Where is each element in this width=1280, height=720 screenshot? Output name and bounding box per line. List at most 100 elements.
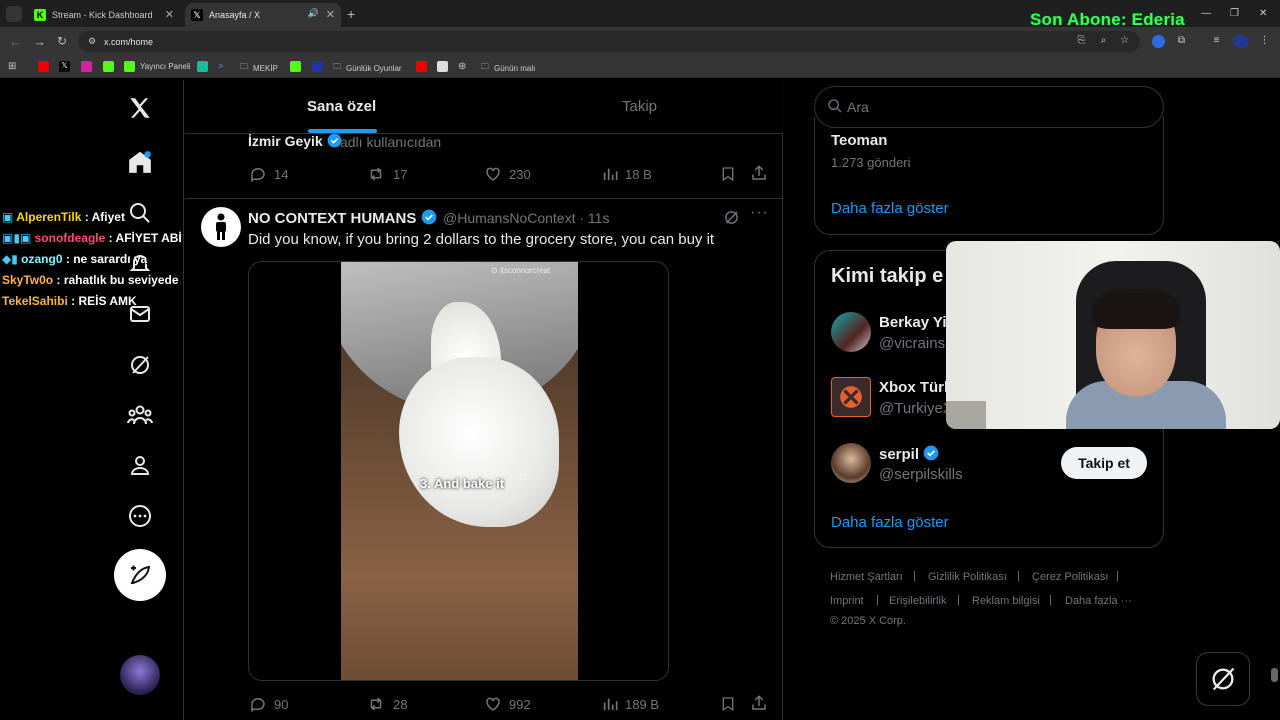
tweet-video[interactable]: ⊙ itsconnorcreat 3. And bake it ☝ (248, 261, 669, 681)
profile-icon[interactable] (125, 450, 155, 480)
account-avatar[interactable] (120, 655, 160, 695)
previous-post-user[interactable]: İzmir Geyik (248, 133, 342, 149)
close-window-icon[interactable]: ✕ (1259, 8, 1267, 19)
bookmark-folder-mekip[interactable]: 🗀 MEKİP (240, 61, 278, 75)
apps-grid-icon[interactable]: ⊞ (8, 61, 16, 72)
bookmark-image[interactable] (437, 61, 453, 72)
forward-icon[interactable]: → (33, 34, 46, 49)
tab-x-home[interactable]: 𝕏 Anasayfa / X 🔊 ✕ (185, 3, 341, 27)
address-bar[interactable] (78, 31, 1140, 52)
who-to-follow-title: Kimi takip e (831, 265, 944, 287)
zoom-icon[interactable]: ⌕ (1097, 35, 1110, 48)
restore-icon[interactable]: ❐ (1230, 8, 1239, 19)
close-tab-icon[interactable]: ✕ (326, 8, 335, 21)
grok-explain-icon[interactable] (723, 209, 740, 226)
chat-user: SkyTw0o (2, 273, 54, 287)
tab-for-you[interactable]: Sana özel (307, 98, 376, 115)
bookmark-prompt[interactable]: > (218, 61, 223, 71)
share-button[interactable] (750, 694, 775, 712)
x-logo-icon[interactable] (125, 93, 155, 123)
bookmark-kick-2[interactable] (290, 61, 306, 72)
site-info-icon[interactable]: ⚙ (88, 36, 96, 47)
repost-button[interactable]: 28 (366, 695, 407, 713)
suggested-user-name[interactable]: serpil (879, 445, 939, 463)
reload-icon[interactable]: ↻ (57, 34, 67, 48)
grok-floating-button[interactable] (1196, 652, 1250, 706)
bookmark-blue[interactable] (312, 61, 328, 72)
install-app-icon[interactable]: ⎘ (1075, 35, 1088, 48)
footer-link-imprint[interactable]: Imprint (830, 595, 864, 607)
suggested-user-avatar[interactable] (831, 443, 871, 483)
bookmark-button[interactable] (720, 165, 743, 183)
bookmark-x[interactable]: 𝕏 (59, 61, 75, 72)
views-button[interactable]: 189 B (602, 695, 659, 713)
suggested-user-name[interactable]: Xbox Türk (879, 379, 952, 396)
more-circle-icon[interactable] (125, 501, 155, 531)
kick-icon (103, 61, 114, 72)
like-button[interactable]: 992 (484, 695, 531, 713)
show-more-trends-link[interactable]: Daha fazla göster (831, 200, 949, 217)
footer-link-terms[interactable]: Hizmet Şartları (830, 571, 903, 583)
video-watermark: ⊙ itsconnorcreat (491, 266, 551, 275)
trend-title[interactable]: Teoman (831, 132, 887, 149)
speaker-icon[interactable]: 🔊 (308, 8, 319, 19)
footer-link-privacy[interactable]: Gizlilik Politikası (928, 571, 1007, 583)
tab-search-button[interactable] (6, 6, 22, 22)
home-icon[interactable] (125, 147, 155, 177)
views-button[interactable]: 18 B (602, 165, 652, 183)
tweet-author-handle[interactable]: @HumansNoContext · 11s (443, 210, 609, 226)
show-more-follow-link[interactable]: Daha fazla göster (831, 514, 949, 531)
follow-button[interactable]: Takip et (1061, 447, 1147, 479)
more-options-icon[interactable]: ··· (750, 204, 769, 222)
media-control-icon[interactable]: ≡ (1210, 35, 1223, 48)
bookmark-kick[interactable] (103, 61, 119, 72)
tweet-author-name[interactable]: NO CONTEXT HUMANS (248, 209, 437, 227)
bookmark-folder-gunun-mali[interactable]: 🗀 Günün malı (481, 61, 535, 75)
tab-title: Anasayfa / X (209, 10, 261, 20)
share-button[interactable] (750, 164, 775, 182)
like-button[interactable]: 230 (484, 165, 531, 183)
bookmark-app[interactable] (197, 61, 213, 72)
suggested-user-avatar[interactable] (831, 312, 871, 352)
bookmark-star-icon[interactable]: ☆ (1118, 35, 1131, 48)
tab-following[interactable]: Takip (622, 98, 657, 115)
minimize-icon[interactable]: — (1201, 8, 1211, 19)
youtube-icon (38, 61, 49, 72)
reply-button[interactable]: 90 (249, 695, 288, 713)
bookmark-instagram[interactable] (81, 61, 97, 72)
profile-avatar[interactable] (1233, 35, 1249, 48)
bookmark-yayinci-paneli[interactable]: Yayıncı Paneli (124, 61, 191, 72)
close-tab-icon[interactable]: ✕ (165, 8, 174, 21)
suggested-user-avatar[interactable] (831, 377, 871, 417)
footer-link-cookies[interactable]: Çerez Politikası (1032, 571, 1108, 583)
more-menu-icon[interactable]: ⋮ (1258, 35, 1271, 48)
bookmark-folder-gunluk-oyunlar[interactable]: 🗀 Günlük Oyunlar (333, 61, 402, 75)
kick-icon (124, 61, 135, 72)
repost-button[interactable]: 17 (366, 165, 407, 183)
bookmark-youtube[interactable] (38, 61, 54, 72)
page-scrollbar[interactable] (1271, 668, 1278, 682)
search-placeholder: Ara (847, 99, 869, 115)
tweet-author-avatar[interactable] (201, 207, 241, 247)
image-icon (437, 61, 448, 72)
mouse-cursor-icon: ☝ (519, 468, 527, 483)
back-icon[interactable]: ← (9, 34, 22, 49)
reply-button[interactable]: 14 (249, 165, 288, 183)
tab-kick-dashboard[interactable]: K Stream - Kick Dashboard ✕ (28, 3, 180, 27)
bookmark-button[interactable] (720, 695, 743, 713)
new-tab-button[interactable]: + (347, 6, 355, 22)
compose-post-button[interactable] (114, 549, 166, 601)
footer-link-ads-info[interactable]: Reklam bilgisi (972, 595, 1040, 607)
extension-icon[interactable] (1152, 35, 1165, 48)
suggested-user-name[interactable]: Berkay Yi (879, 314, 947, 331)
footer-link-accessibility[interactable]: Erişilebilirlik (889, 595, 946, 607)
bookmark-chatgpt[interactable]: ⊛ (458, 61, 466, 72)
extensions-puzzle-icon[interactable]: ⧉ (1175, 35, 1188, 48)
grok-icon[interactable] (125, 350, 155, 380)
footer-link-more[interactable]: Daha fazla ··· (1065, 595, 1132, 607)
webcam-person-hair (1092, 289, 1180, 329)
communities-icon[interactable] (125, 400, 155, 430)
bookmarks-bar: ⊞ 𝕏 Yayıncı Paneli > 🗀 MEKİP 🗀 Günlük Oyun… (0, 56, 1280, 78)
bookmark-youtube-2[interactable] (416, 61, 432, 72)
chat-user: TekelSahibi (2, 294, 68, 308)
